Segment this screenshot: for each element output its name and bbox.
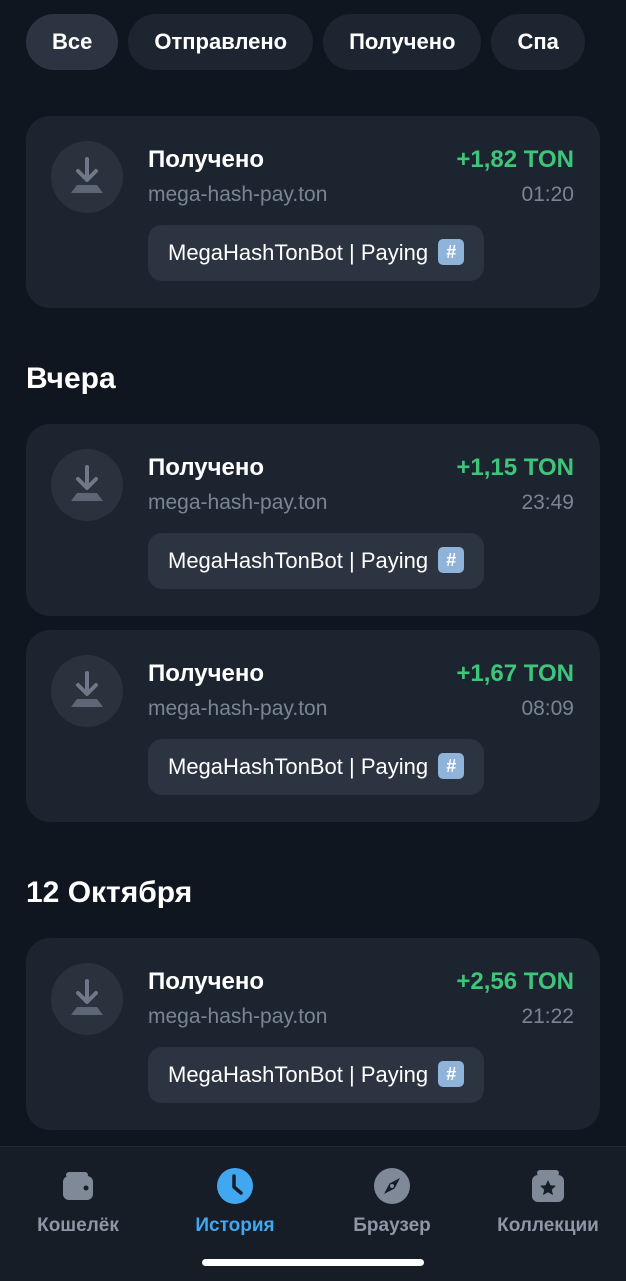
wallet-icon <box>63 1172 93 1200</box>
filter-chips: Все Отправлено Получено Спа <box>26 14 600 70</box>
transaction-card[interactable]: Получено mega-hash-pay.ton +1,67 TON 08:… <box>26 630 600 822</box>
receive-arrow-icon <box>51 655 123 727</box>
transaction-address: mega-hash-pay.ton <box>148 491 328 514</box>
transaction-type: Получено <box>148 968 265 995</box>
transaction-comment: MegaHashTonBot | Paying # <box>148 533 485 589</box>
filter-sent-chip[interactable]: Отправлено <box>128 14 314 70</box>
collection-star-icon <box>532 1170 564 1202</box>
tab-wallet[interactable]: Кошелёк <box>0 1167 156 1237</box>
transaction-comment: MegaHashTonBot | Paying # <box>148 225 485 281</box>
tab-browser[interactable]: Браузер <box>314 1167 470 1237</box>
transaction-comment: MegaHashTonBot | Paying # <box>148 739 485 795</box>
tab-history[interactable]: История <box>157 1167 313 1237</box>
transaction-time: 08:09 <box>521 697 574 720</box>
section-title-yesterday: Вчера <box>26 362 116 395</box>
hash-badge-icon: # <box>438 753 465 780</box>
transaction-comment: MegaHashTonBot | Paying # <box>148 1047 485 1103</box>
transaction-time: 23:49 <box>521 491 574 514</box>
transaction-amount: +1,82 TON <box>456 146 574 173</box>
compass-icon <box>374 1168 410 1204</box>
tab-collections[interactable]: Коллекции <box>470 1167 626 1237</box>
transaction-address: mega-hash-pay.ton <box>148 183 328 206</box>
filter-spam-chip[interactable]: Спа <box>491 14 585 70</box>
transaction-type: Получено <box>148 454 265 481</box>
transaction-card[interactable]: Получено mega-hash-pay.ton +2,56 TON 21:… <box>26 938 600 1130</box>
tab-wallet-label: Кошелёк <box>37 1215 119 1236</box>
transaction-amount: +1,15 TON <box>456 454 574 481</box>
comment-text: MegaHashTonBot | Paying <box>168 240 429 265</box>
home-indicator[interactable] <box>202 1259 424 1266</box>
comment-text: MegaHashTonBot | Paying <box>168 548 429 573</box>
filter-received-chip[interactable]: Получено <box>323 14 482 70</box>
transaction-card[interactable]: Получено mega-hash-pay.ton +1,15 TON 23:… <box>26 424 600 616</box>
receive-arrow-icon <box>51 449 123 521</box>
tab-history-label: История <box>195 1215 275 1236</box>
transaction-type: Получено <box>148 660 265 687</box>
tab-browser-label: Браузер <box>353 1215 431 1236</box>
transaction-amount: +1,67 TON <box>456 660 574 687</box>
filter-all-chip[interactable]: Все <box>26 14 119 70</box>
hash-badge-icon: # <box>438 547 465 574</box>
comment-text: MegaHashTonBot | Paying <box>168 754 429 779</box>
clock-icon <box>217 1168 253 1204</box>
transaction-time: 21:22 <box>521 1005 574 1028</box>
transaction-address: mega-hash-pay.ton <box>148 697 328 720</box>
tab-collections-label: Коллекции <box>497 1215 599 1236</box>
transaction-address: mega-hash-pay.ton <box>148 1005 328 1028</box>
receive-arrow-icon <box>51 141 123 213</box>
transaction-type: Получено <box>148 146 265 173</box>
comment-text: MegaHashTonBot | Paying <box>168 1062 429 1087</box>
transaction-card[interactable]: Получено mega-hash-pay.ton +1,82 TON 01:… <box>26 116 600 308</box>
receive-arrow-icon <box>51 963 123 1035</box>
transaction-amount: +2,56 TON <box>456 968 574 995</box>
hash-badge-icon: # <box>438 1061 465 1088</box>
hash-badge-icon: # <box>438 239 465 266</box>
transaction-time: 01:20 <box>521 183 574 206</box>
section-title-date: 12 Октября <box>26 876 193 909</box>
